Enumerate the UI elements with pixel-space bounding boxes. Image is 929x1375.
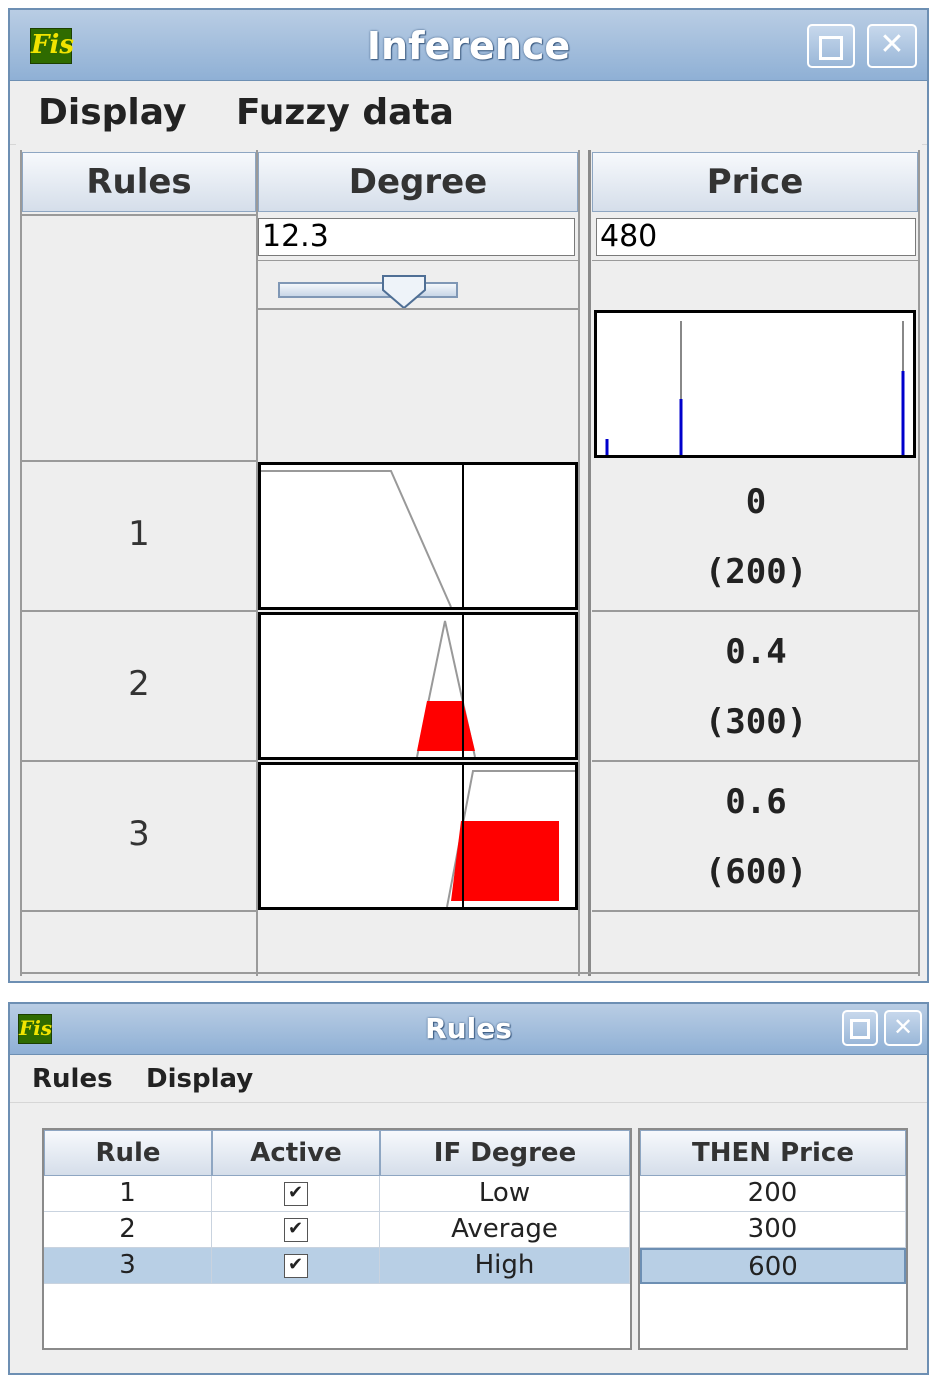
maximize-icon [850, 1019, 870, 1039]
inference-menubar: Display Fuzzy data [10, 82, 927, 145]
window-title: Rules [425, 1012, 512, 1045]
inference-titlebar[interactable]: Fis Inference ✕ [10, 10, 927, 81]
cell-then-price[interactable]: 600 [640, 1248, 906, 1284]
header-rules[interactable]: Rules [22, 152, 256, 212]
close-button[interactable]: ✕ [867, 24, 917, 68]
rule-number: 1 [128, 514, 150, 554]
close-button[interactable]: ✕ [884, 1010, 922, 1046]
col-active[interactable]: Active [212, 1130, 380, 1176]
cell-if-degree[interactable]: High [380, 1248, 630, 1284]
cell-rule[interactable]: 3 [44, 1248, 212, 1284]
rules-menubar: Rules Display [10, 1056, 927, 1103]
cell-active[interactable]: ✔ [212, 1176, 380, 1212]
rule2-price-value: (300) [704, 702, 808, 742]
close-icon: ✕ [892, 1013, 914, 1041]
cell-rule[interactable]: 1 [44, 1176, 212, 1212]
rule-number: 2 [128, 664, 150, 704]
cell-then-price[interactable]: 300 [640, 1212, 906, 1248]
cell-if-degree[interactable]: Low [380, 1176, 630, 1212]
close-icon: ✕ [879, 27, 905, 62]
header-degree[interactable]: Degree [258, 152, 578, 212]
price-output[interactable]: 480 [596, 218, 916, 256]
col-then-price[interactable]: THEN Price [640, 1130, 906, 1176]
checkbox-icon[interactable]: ✔ [283, 1217, 308, 1242]
rule1-degree-plot [258, 462, 578, 610]
price-output-chart [594, 310, 916, 458]
inference-window: Fis Inference ✕ Display Fuzzy data Rules… [8, 8, 929, 983]
rule1-price-value: (200) [704, 552, 808, 592]
maximize-button[interactable] [807, 24, 855, 68]
checkbox-icon[interactable]: ✔ [283, 1253, 308, 1278]
rule1-degree-value: 0 [745, 482, 767, 522]
rule-number: 3 [128, 814, 150, 854]
checkbox-icon[interactable]: ✔ [283, 1181, 308, 1206]
rule3-degree-value: 0.6 [725, 782, 787, 822]
slider-thumb[interactable] [380, 274, 428, 310]
degree-input[interactable]: 12.3 [258, 218, 575, 256]
col-if-degree[interactable]: IF Degree [380, 1130, 630, 1176]
rules-titlebar[interactable]: Fis Rules ✕ [10, 1004, 927, 1055]
menu-rules[interactable]: Rules [32, 1064, 113, 1094]
then-table: THEN Price 200 300 600 [638, 1128, 908, 1350]
rules-window: Fis Rules ✕ Rules Display Rule Active IF… [8, 1002, 929, 1375]
window-title: Inference [366, 24, 571, 68]
rule3-degree-plot [258, 762, 578, 910]
cell-active[interactable]: ✔ [212, 1248, 380, 1284]
maximize-icon [819, 36, 843, 60]
degree-slider[interactable] [278, 274, 458, 310]
rule2-degree-value: 0.4 [725, 632, 787, 672]
slider-track [278, 282, 458, 298]
menu-fuzzy-data[interactable]: Fuzzy data [236, 92, 454, 133]
cell-active[interactable]: ✔ [212, 1212, 380, 1248]
menu-display[interactable]: Display [146, 1064, 253, 1094]
menu-display[interactable]: Display [38, 92, 186, 133]
maximize-button[interactable] [842, 1010, 878, 1046]
col-rule[interactable]: Rule [44, 1130, 212, 1176]
cell-then-price[interactable]: 200 [640, 1176, 906, 1212]
cell-if-degree[interactable]: Average [380, 1212, 630, 1248]
rules-table: Rule Active IF Degree 1 ✔ Low 2 ✔ Averag… [42, 1128, 632, 1350]
price-output-bars [605, 321, 905, 455]
rule2-degree-plot [258, 612, 578, 760]
cell-rule[interactable]: 2 [44, 1212, 212, 1248]
rule3-price-value: (600) [704, 852, 808, 892]
inference-panel: Rules Degree Price 12.3 480 1 0 (200) 2 … [16, 144, 922, 976]
header-price[interactable]: Price [592, 152, 918, 212]
